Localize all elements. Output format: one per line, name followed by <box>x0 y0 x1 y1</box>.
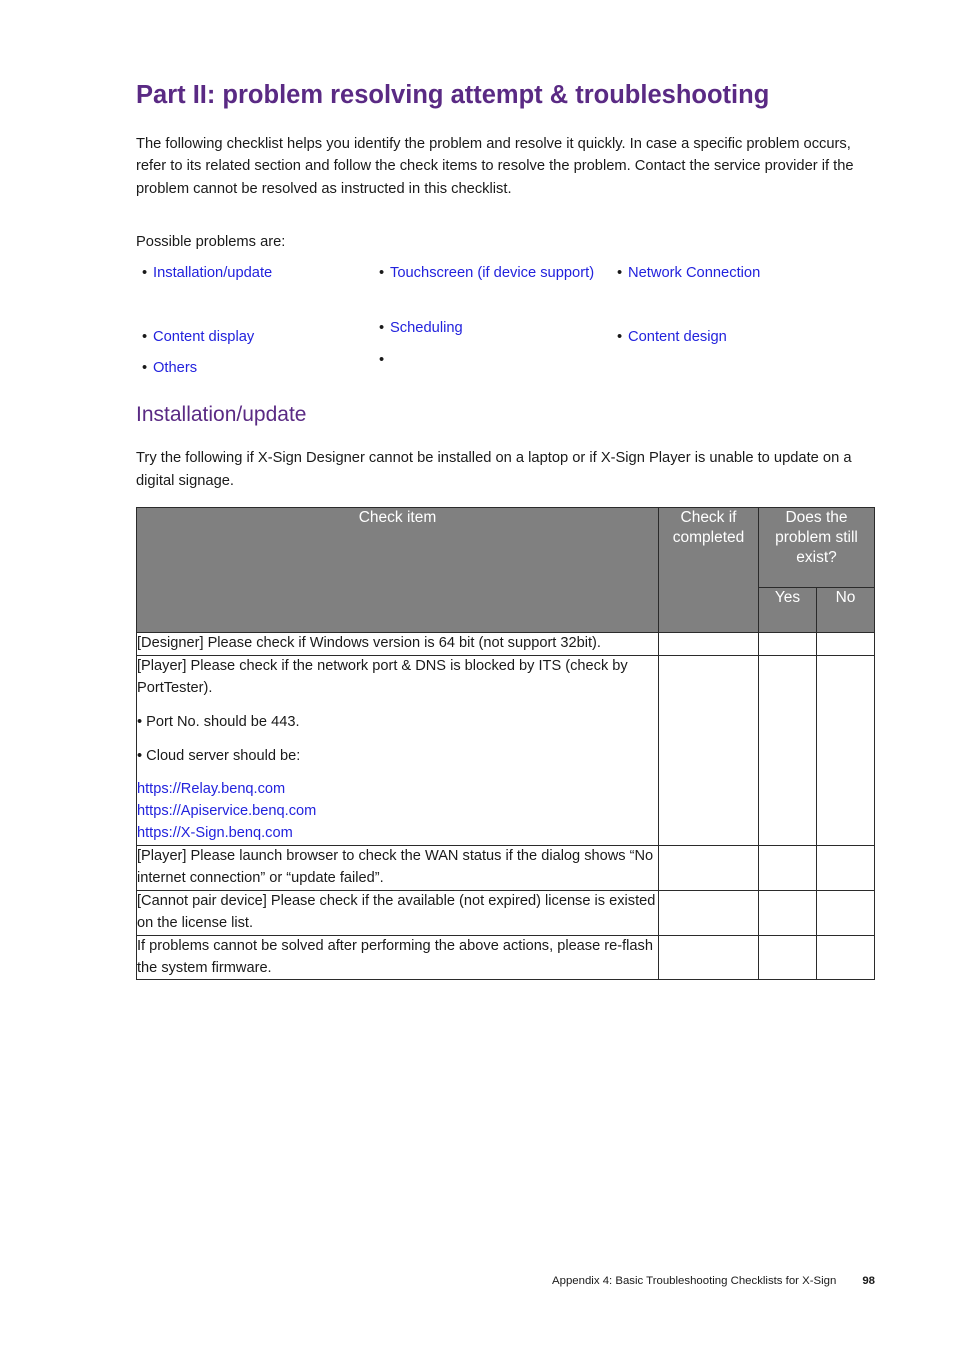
list-item[interactable]: • Network Connection <box>617 262 867 286</box>
yes-cell[interactable] <box>758 845 817 891</box>
list-item[interactable]: • Others <box>142 357 372 381</box>
list-item[interactable]: • Content design <box>617 326 867 350</box>
check-item-text: [Player] Please launch browser to check … <box>137 848 654 887</box>
no-cell[interactable] <box>816 934 875 981</box>
section-intro-paragraph: Try the following if X-Sign Designer can… <box>136 449 852 489</box>
footer-page-number: 98 <box>862 1275 875 1287</box>
footer-text: Appendix 4: Basic Troubleshooting Checkl… <box>552 1275 837 1287</box>
document-page: Part II: problem resolving attempt & tro… <box>0 0 954 1350</box>
server-url-relay[interactable]: https://Relay.benq.com <box>137 779 658 801</box>
table-row: If problems cannot be solved after perfo… <box>136 934 875 981</box>
check-item-cell: [Designer] Please check if Windows versi… <box>136 632 659 656</box>
table-row: [Cannot pair device] Please check if the… <box>136 889 875 936</box>
column-header-check-if-completed: Check if completed <box>658 507 759 633</box>
intro-paragraph: The following checklist helps you identi… <box>136 135 854 198</box>
bullet-column-1: • Installation/update • • Content displa… <box>142 262 372 389</box>
problem-link-others[interactable]: Others <box>153 357 372 381</box>
bullet-icon: • <box>142 264 148 281</box>
server-url-xsign[interactable]: https://X-Sign.benq.com <box>137 823 658 845</box>
bullet-icon: • <box>142 360 148 377</box>
bullet-column-2: • Touchscreen (if device support) • Sche… <box>379 262 609 381</box>
table-header: Check item Check if completed Does the p… <box>136 507 875 634</box>
check-item-cell: [Player] Please launch browser to check … <box>136 845 659 891</box>
problem-link-installation-update[interactable]: Installation/update <box>153 262 372 286</box>
check-item-cell: [Cannot pair device] Please check if the… <box>136 889 659 936</box>
bullet-icon: • <box>379 319 385 336</box>
list-item[interactable]: • Content display <box>142 326 372 350</box>
list-item[interactable]: • Touchscreen (if device support) <box>379 262 609 309</box>
section-title-installation-update: Installation/update <box>136 402 307 426</box>
no-cell[interactable] <box>816 845 875 891</box>
problem-link-network-connection[interactable]: Network Connection <box>628 262 867 286</box>
table-header-row-1: Check item Check if completed Does the p… <box>136 507 875 633</box>
yes-cell[interactable] <box>758 632 817 656</box>
check-completed-cell[interactable] <box>658 654 759 847</box>
table-row: [Player] Please launch browser to check … <box>136 845 875 891</box>
column-header-no: No <box>816 586 875 634</box>
server-url-list: https://Relay.benq.com https://Apiservic… <box>137 779 658 845</box>
yes-cell[interactable] <box>758 934 817 981</box>
bullet-icon: • <box>142 328 148 345</box>
check-completed-cell[interactable] <box>658 632 759 656</box>
check-item-text: If problems cannot be solved after perfo… <box>137 937 653 976</box>
check-completed-cell[interactable] <box>658 845 759 891</box>
page-title: Part II: problem resolving attempt & tro… <box>136 81 770 109</box>
check-completed-cell[interactable] <box>658 934 759 981</box>
problem-links-grid: • Installation/update • • Content displa… <box>136 262 876 377</box>
check-completed-cell[interactable] <box>658 889 759 936</box>
bullet-icon: • <box>617 328 623 345</box>
list-item[interactable]: • Installation/update <box>142 262 372 286</box>
list-item-empty: • <box>379 349 609 373</box>
check-item-text: [Cannot pair device] Please check if the… <box>137 892 656 931</box>
page-content: Part II: problem resolving attempt & tro… <box>136 80 876 508</box>
check-item-cell: [Player] Please check if the network por… <box>136 654 659 847</box>
yes-cell[interactable] <box>758 889 817 936</box>
table-row: [Designer] Please check if Windows versi… <box>136 632 875 656</box>
list-item[interactable]: • Scheduling <box>379 317 609 341</box>
possible-problems-label: Possible problems are: <box>136 233 286 250</box>
column-header-check-item: Check item <box>136 507 659 633</box>
check-item-sub-bullet: • Cloud server should be: <box>137 747 301 764</box>
problem-link-content-display[interactable]: Content display <box>153 326 372 350</box>
checklist-table-wrapper: Check item Check if completed Does the p… <box>136 507 875 981</box>
bullet-icon: • <box>379 351 385 368</box>
check-item-text: [Player] Please check if the network por… <box>137 657 628 696</box>
page-footer: Appendix 4: Basic Troubleshooting Checkl… <box>0 1275 954 1287</box>
check-item-sub-bullet: • Port No. should be 443. <box>137 713 300 730</box>
problem-link-touchscreen[interactable]: Touchscreen (if device support) <box>390 262 609 286</box>
column-header-yes: Yes <box>758 586 817 634</box>
no-cell[interactable] <box>816 889 875 936</box>
problem-link-scheduling[interactable]: Scheduling <box>390 317 609 341</box>
table-body: [Designer] Please check if Windows versi… <box>136 632 875 981</box>
no-cell[interactable] <box>816 654 875 847</box>
check-item-text: [Designer] Please check if Windows versi… <box>137 635 601 651</box>
bullet-column-3: • Network Connection • • Content design <box>617 262 867 358</box>
checklist-table: Check item Check if completed Does the p… <box>136 507 875 981</box>
no-cell[interactable] <box>816 632 875 656</box>
column-header-problem-still-exist: Does the problem still exist? <box>758 507 875 588</box>
server-url-apiservice[interactable]: https://Apiservice.benq.com <box>137 801 658 823</box>
problem-link-content-design[interactable]: Content design <box>628 326 867 350</box>
bullet-icon: • <box>379 264 385 281</box>
yes-cell[interactable] <box>758 654 817 847</box>
check-item-cell: If problems cannot be solved after perfo… <box>136 934 659 981</box>
table-row: [Player] Please check if the network por… <box>136 654 875 847</box>
bullet-icon: • <box>617 264 623 281</box>
